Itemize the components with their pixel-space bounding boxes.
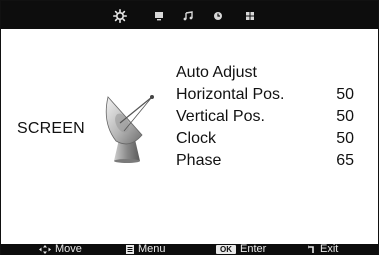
menu-item-auto-adjust[interactable]: Auto Adjust [176,62,356,84]
menu-item-phase[interactable]: Phase 65 [176,150,356,172]
screen-settings-list: Auto Adjust Horizontal Pos. 50 Vertical … [176,62,356,172]
menu-icon [126,245,134,254]
menu-item-value: 65 [336,152,354,169]
hint-move: Move [39,244,82,255]
menu-item-value: 50 [336,86,354,103]
hint-exit-label: Exit [320,243,339,255]
grid-icon[interactable] [242,8,258,24]
clock-icon[interactable] [210,8,226,24]
hint-enter-label: Enter [240,243,267,255]
menu-item-label: Clock [176,130,217,147]
menu-item-value: 50 [336,108,354,125]
menu-item-horizontal-pos[interactable]: Horizontal Pos. 50 [176,84,356,106]
menu-item-value: 50 [336,130,354,147]
ok-button-icon: OK [216,245,236,254]
music-note-icon[interactable] [180,8,196,24]
bottom-hint-bar: Move Menu OK Enter Exit [1,244,378,255]
menu-item-label: Auto Adjust [176,64,257,81]
hint-move-label: Move [55,243,82,255]
return-arrow-icon [308,245,314,253]
menu-item-clock[interactable]: Clock 50 [176,128,356,150]
hint-menu: Menu [126,244,166,255]
hint-exit: Exit [308,244,338,255]
section-title: SCREEN [17,120,85,137]
menu-item-label: Phase [176,152,222,169]
arrows-icon [39,245,51,254]
hint-enter: OK Enter [216,244,266,255]
menu-item-label: Vertical Pos. [176,108,265,125]
menu-item-vertical-pos[interactable]: Vertical Pos. 50 [176,106,356,128]
monitor-icon[interactable] [151,8,167,24]
top-tab-bar [1,1,378,29]
hint-menu-label: Menu [138,243,166,255]
menu-item-label: Horizontal Pos. [176,86,285,103]
picture-gear-icon[interactable] [112,8,128,24]
satellite-dish-icon [105,95,154,163]
